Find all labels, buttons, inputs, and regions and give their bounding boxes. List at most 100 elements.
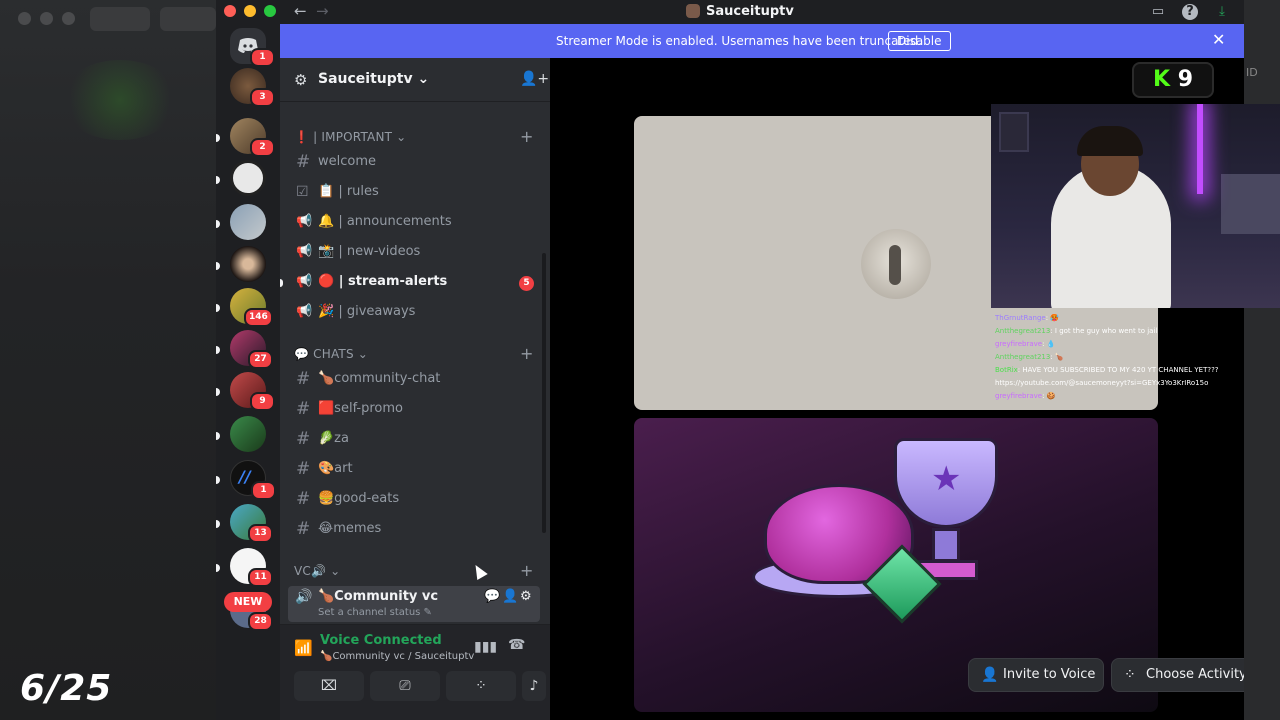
server-icon[interactable]: 13 xyxy=(230,504,273,543)
trophy-stem xyxy=(932,528,960,562)
minimize-window-button[interactable] xyxy=(244,5,256,17)
channel-stream-alerts[interactable]: 📢 🔴 | stream-alerts 5 xyxy=(288,269,540,297)
back-arrow-icon[interactable]: ← xyxy=(294,2,307,20)
chat-message: : I got the guy who went to jail xyxy=(1050,327,1158,335)
inbox-icon[interactable]: ▭ xyxy=(1150,4,1166,20)
help-icon[interactable]: ? xyxy=(1182,4,1198,20)
invite-to-voice-button[interactable]: 👤 Invite to Voice xyxy=(968,658,1104,692)
channel-giveaways[interactable]: 📢 🎉 | giveaways xyxy=(288,299,540,327)
category-important[interactable]: ❗ | IMPORTANT ⌄ xyxy=(294,130,406,144)
connection-signal-icon[interactable]: 📶 xyxy=(294,639,313,657)
chat-line: BotRix: HAVE YOU SUBSCRIBED TO MY 420 YT… xyxy=(995,364,1245,377)
hash-icon: # xyxy=(296,152,311,172)
chat-line: greyfirebrave: 🍪 xyxy=(995,390,1245,403)
server-icon[interactable] xyxy=(230,416,266,452)
window-title: Sauceituptv xyxy=(706,4,794,19)
unread-pill xyxy=(216,520,220,528)
background-window: 6/25 xyxy=(0,0,216,720)
channel-label: 🎨art xyxy=(318,461,353,476)
unread-pill xyxy=(216,220,220,228)
server-icon[interactable]: 146 xyxy=(230,288,273,327)
channel-welcome[interactable]: # welcome xyxy=(288,149,540,177)
unread-pill xyxy=(216,176,220,184)
direct-messages-button[interactable]: 1 xyxy=(230,28,275,67)
activity-icon: ⁘ xyxy=(1124,667,1136,683)
channel-za[interactable]: # 🥬za xyxy=(288,426,540,454)
category-chats[interactable]: 💬 CHATS ⌄ xyxy=(294,347,368,361)
channel-rules[interactable]: ☑ 📋 | rules xyxy=(288,179,540,207)
choose-activity-label: Choose Activity xyxy=(1146,667,1244,682)
disable-streamer-mode-button[interactable]: Disable xyxy=(888,31,951,51)
share-screen-button[interactable]: ⎚ xyxy=(370,671,440,701)
hash-icon: # xyxy=(296,429,311,449)
voice-channel-community-vc[interactable]: 🔊 🍗Community vc Set a channel status ✎ 💬… xyxy=(288,586,540,622)
server-icon[interactable] xyxy=(230,204,266,240)
server-icon[interactable]: 9 xyxy=(230,372,275,411)
channel-settings-icon[interactable]: ⚙ xyxy=(520,589,532,604)
forward-arrow-icon[interactable]: → xyxy=(316,2,329,20)
unread-badge: 27 xyxy=(248,350,273,369)
channel-community-chat[interactable]: # 🍗community-chat xyxy=(288,366,540,394)
add-person-icon: 👤 xyxy=(981,667,999,683)
unread-pill xyxy=(216,304,220,312)
server-icon[interactable]: // 1 xyxy=(230,460,276,500)
wall-frame xyxy=(999,112,1029,152)
channel-status-prompt[interactable]: Set a channel status ✎ xyxy=(318,607,432,618)
invite-to-channel-icon[interactable]: 👤 xyxy=(502,589,518,604)
channel-label: 📸 | new-videos xyxy=(318,244,421,259)
disconnect-icon[interactable]: ☎ xyxy=(508,637,525,653)
server-header[interactable]: ⚙ Sauceituptv ⌄ 👤+ xyxy=(280,58,550,102)
channel-self-promo[interactable]: # 🟥self-promo xyxy=(288,396,540,424)
channel-label: 🔔 | announcements xyxy=(318,214,452,229)
server-icon[interactable] xyxy=(230,246,266,282)
category-vc[interactable]: VC🔊 ⌄ xyxy=(294,564,340,578)
chat-username: Antthegreat213 xyxy=(995,327,1051,335)
close-window-button[interactable] xyxy=(224,5,236,17)
create-channel-icon[interactable]: + xyxy=(520,561,533,580)
unread-pill xyxy=(216,388,220,396)
server-icon[interactable]: 27 xyxy=(230,330,273,369)
server-name[interactable]: Sauceituptv ⌄ xyxy=(318,71,429,87)
voice-connected-status: Voice Connected xyxy=(320,633,442,648)
open-chat-icon[interactable]: 💬 xyxy=(484,589,500,604)
noise-suppression-icon[interactable]: ▮▮▮ xyxy=(474,639,497,655)
activities-button[interactable]: ⁘ xyxy=(446,671,516,701)
channel-label: 🎉 | giveaways xyxy=(318,304,416,319)
video-counter: 6/25 xyxy=(20,668,113,709)
invite-people-icon[interactable]: 👤+ xyxy=(520,71,549,87)
channel-memes[interactable]: # 😂memes xyxy=(288,516,540,544)
soundboard-button[interactable]: ♪ xyxy=(522,671,546,701)
choose-activity-button[interactable]: ⁘ Choose Activity xyxy=(1111,658,1244,692)
channel-label: 🍔good-eats xyxy=(318,491,400,506)
create-channel-icon[interactable]: + xyxy=(520,127,533,146)
unread-badge: 1 xyxy=(251,481,276,500)
channel-announcements[interactable]: 📢 🔔 | announcements xyxy=(288,209,540,237)
hash-icon: # xyxy=(296,519,311,539)
zoom-window-button[interactable] xyxy=(264,5,276,17)
channel-new-videos[interactable]: 📢 📸 | new-videos xyxy=(288,239,540,267)
chat-username: greyfirebrave xyxy=(995,340,1043,348)
hash-icon: # xyxy=(296,399,311,419)
participant-avatar xyxy=(861,229,931,299)
server-icon[interactable] xyxy=(230,160,266,196)
server-icon-sauceituptv[interactable]: 3 xyxy=(230,68,275,107)
create-channel-icon[interactable]: + xyxy=(520,344,533,363)
camera-off-button[interactable]: ⌧ xyxy=(294,671,364,701)
monitor xyxy=(1221,174,1280,234)
channel-label: 😂memes xyxy=(318,521,382,536)
megaphone-icon: 📢 xyxy=(296,244,313,259)
bg-close-dot xyxy=(18,12,31,25)
server-icon[interactable]: 11 xyxy=(230,548,273,587)
voice-channel-label: 🍗Community vc xyxy=(318,589,439,604)
channel-list-scrollbar[interactable] xyxy=(542,253,546,533)
trophy-illustration xyxy=(894,438,998,528)
right-edge-label: ID xyxy=(1246,66,1258,79)
close-banner-icon[interactable]: ✕ xyxy=(1212,30,1225,49)
voice-connected-channel[interactable]: 🍗Community vc / Sauceituptv xyxy=(320,651,474,662)
megaphone-icon: 📢 xyxy=(296,304,313,319)
channel-art[interactable]: # 🎨art xyxy=(288,456,540,484)
new-unreads-badge[interactable]: NEW xyxy=(224,592,272,612)
server-icon[interactable]: 2 xyxy=(230,118,275,157)
channel-good-eats[interactable]: # 🍔good-eats xyxy=(288,486,540,514)
download-icon[interactable]: ⤓ xyxy=(1214,4,1230,20)
